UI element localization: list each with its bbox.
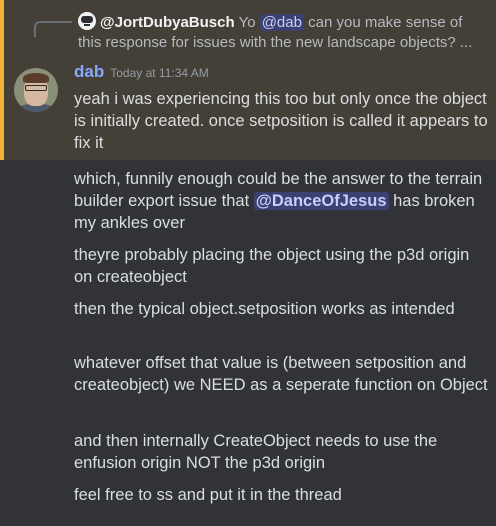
message-line-4: then the typical object.setposition work… [74, 300, 455, 318]
reply-mention[interactable]: @dab [259, 14, 304, 31]
message-line-1: yeah i was experiencing this too but onl… [74, 90, 488, 152]
message-line-6: and then internally CreateObject needs t… [74, 432, 438, 472]
reply-connector [34, 21, 72, 37]
message-line-5: whatever offset that value is (between s… [74, 354, 488, 394]
reply-preview[interactable]: @JortDubyaBusch Yo @dab can you make sen… [78, 12, 488, 53]
message-timestamp[interactable]: Today at 11:34 AM [110, 66, 209, 80]
avatar[interactable] [14, 68, 58, 112]
reply-author[interactable]: @JortDubyaBusch [100, 14, 235, 31]
message-line-7: feel free to ss and put it in the thread [74, 486, 342, 504]
message-line-3: theyre probably placing the object using… [74, 246, 470, 286]
reply-text-before: Yo [238, 14, 260, 31]
message-line-2: which, funnily enough could be the answe… [74, 168, 488, 234]
message-author[interactable]: dab [74, 62, 104, 81]
message-mention[interactable]: @DanceOfJesus [253, 192, 389, 210]
message-header: dab Today at 11:34 AM [74, 62, 209, 86]
reply-avatar-icon[interactable] [78, 12, 96, 30]
